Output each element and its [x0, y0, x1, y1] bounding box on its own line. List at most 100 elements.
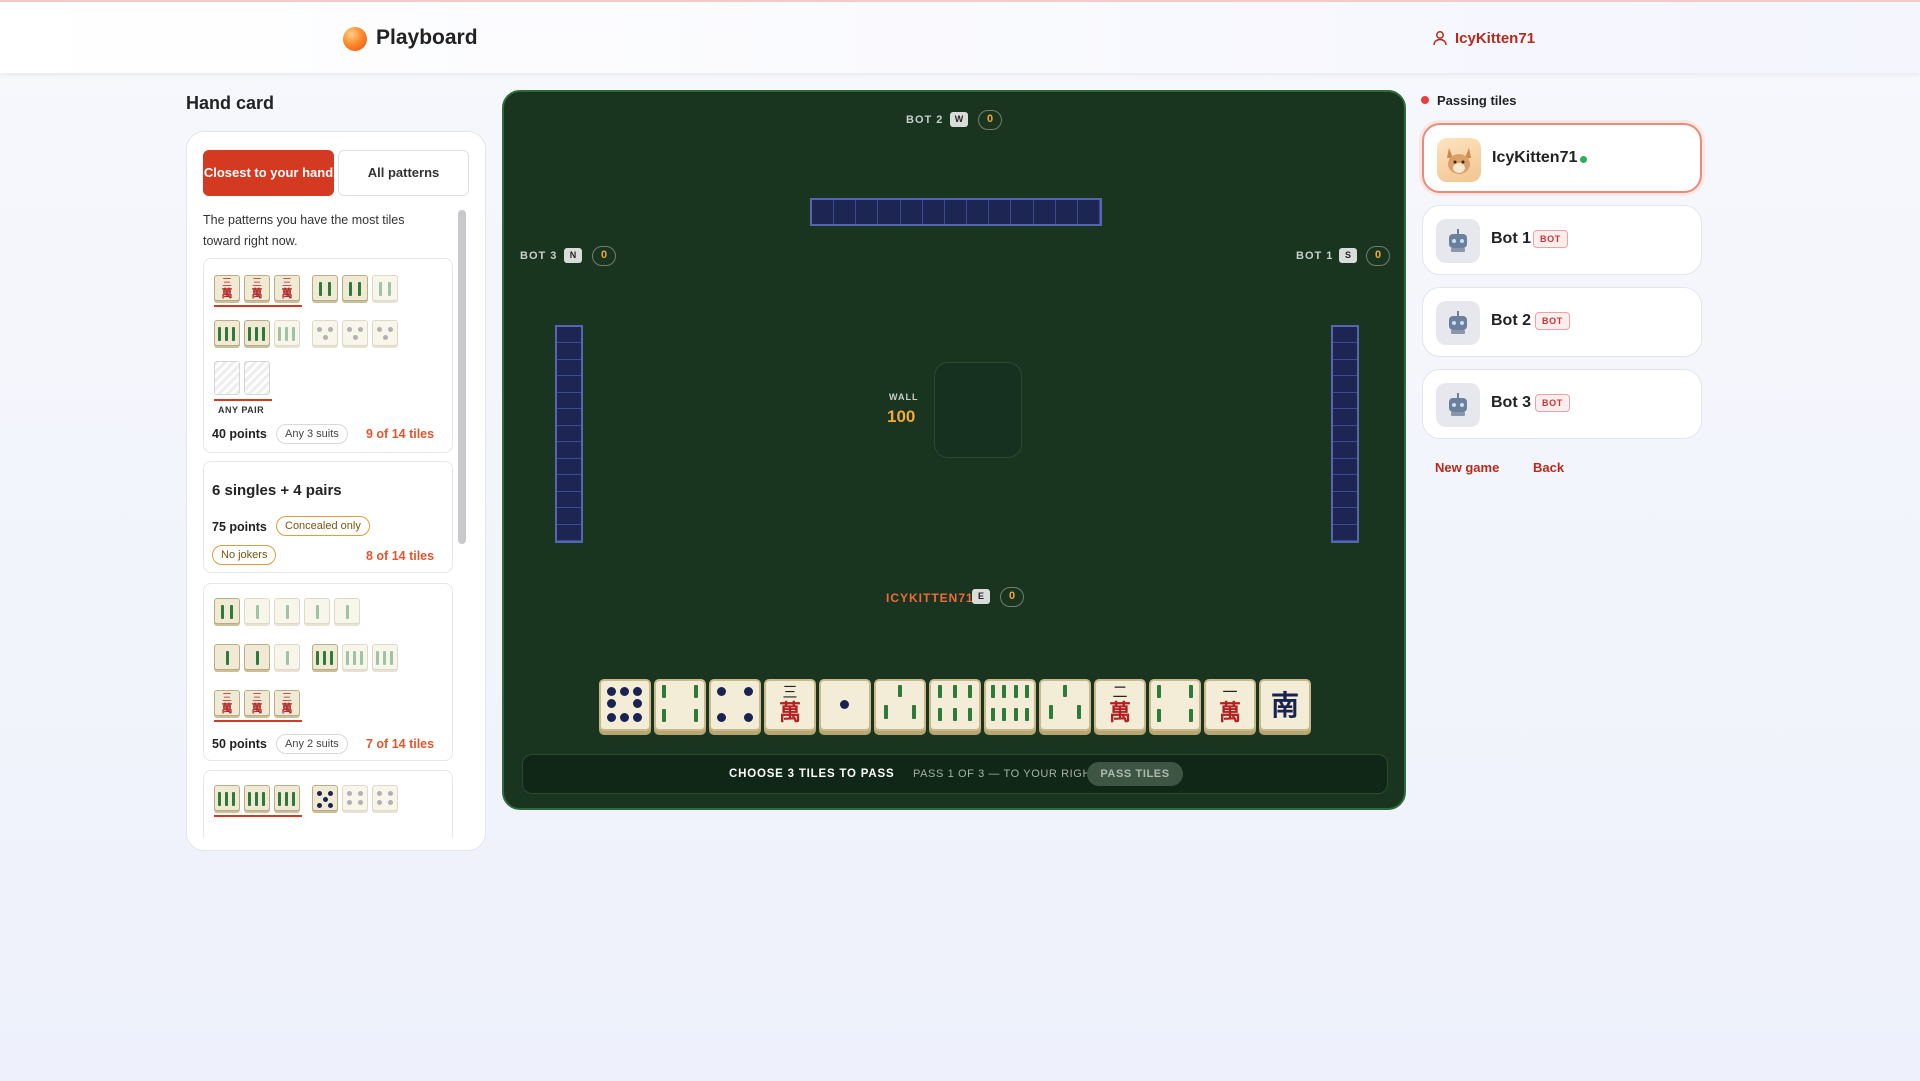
character-tile: 三萬 [274, 690, 300, 716]
hand-tile-3-bamboo[interactable] [874, 679, 926, 731]
bamboo-tile [214, 320, 240, 346]
seat-left-score: 0 [592, 246, 616, 266]
match-underline [214, 399, 272, 401]
hand-tile-south-wind[interactable]: 南 [1259, 679, 1311, 731]
seat-right-score: 0 [1366, 246, 1390, 266]
bamboo-tile [244, 644, 270, 670]
top-bar: Playboard IcyKitten71 [0, 0, 1920, 73]
bamboo-tile [214, 785, 240, 811]
hand-tile-4-bamboo[interactable] [654, 679, 706, 731]
hand-tile-1-character[interactable]: 一萬 [1204, 679, 1256, 731]
hand-tile-1-dot[interactable] [819, 679, 871, 731]
pass-progress: PASS 1 OF 3 — TO YOUR RIGHT [913, 768, 1099, 780]
pattern-tile-count: 8 of 14 tiles [366, 549, 435, 563]
new-game-link[interactable]: New game [1435, 460, 1499, 475]
hand-tile-3-bamboo[interactable] [1039, 679, 1091, 731]
player-card-bot-3[interactable]: Bot 3 BOT [1422, 369, 1702, 439]
hand-tile-2-character[interactable]: 二萬 [1094, 679, 1146, 731]
tab-all-patterns[interactable]: All patterns [338, 150, 469, 196]
bamboo-tile [244, 320, 270, 346]
status-dot-icon [1421, 96, 1429, 104]
hand-card-title: Hand card [186, 93, 275, 113]
bamboo-tile [342, 275, 368, 301]
robot-avatar-icon [1436, 301, 1480, 345]
wall-count: 100 [887, 407, 916, 426]
player-card-icykitten71[interactable]: IcyKitten71 [1422, 123, 1702, 193]
seat-bottom-name: ICYKITTEN71 [886, 591, 974, 605]
bamboo-tile [274, 644, 300, 670]
seat-left-wind: N [564, 248, 582, 263]
character-tile: 三萬 [214, 275, 240, 301]
player-name: IcyKitten71 [1492, 149, 1578, 166]
pattern-card[interactable]: 三萬 三萬 三萬 50 points Any 2 suits 7 of 14 t… [203, 583, 453, 761]
user-icon[interactable] [1432, 30, 1448, 46]
pattern-points: 40 points [212, 427, 267, 441]
bot-badge: BOT [1535, 394, 1570, 412]
pattern-tile-count: 9 of 14 tiles [366, 427, 435, 441]
bot-badge: BOT [1533, 230, 1568, 248]
any-pair-tile [214, 361, 240, 395]
hand-tile-8-bamboo[interactable] [984, 679, 1036, 731]
bamboo-tile [274, 785, 300, 811]
player-name: Bot 1 [1491, 230, 1531, 247]
bamboo-tile [214, 598, 240, 624]
bamboo-tile [372, 644, 398, 670]
fox-avatar-icon [1437, 138, 1481, 182]
bamboo-tile [274, 598, 300, 624]
character-tile: 三萬 [244, 275, 270, 301]
hand-tile-6-dots[interactable] [599, 679, 651, 731]
robot-avatar-icon [1436, 219, 1480, 263]
back-link[interactable]: Back [1533, 460, 1564, 475]
bamboo-tile [334, 598, 360, 624]
game-table: BOT 2 W 0 BOT 3 N 0 BOT 1 S 0 WALL 100 I… [502, 90, 1406, 810]
hand-card-description: The patterns you have the most tiles tow… [203, 213, 405, 248]
robot-avatar-icon [1436, 383, 1480, 427]
dot-tile [342, 320, 368, 346]
pattern-card[interactable]: 6 singles + 4 pairs 75 points Concealed … [203, 461, 453, 573]
match-underline [214, 305, 302, 307]
pattern-list[interactable]: 三萬 三萬 三萬 ANY PAIR 40 points Any 3 suits … [203, 258, 461, 838]
pattern-points: 50 points [212, 737, 267, 751]
any-pair-label: ANY PAIR [218, 405, 265, 415]
dot-tile [372, 320, 398, 346]
character-tile: 三萬 [244, 690, 270, 716]
dot-tile [342, 785, 368, 811]
seat-right-wind: S [1339, 248, 1357, 263]
bamboo-tile [342, 644, 368, 670]
match-underline [214, 720, 302, 722]
player-card-bot-2[interactable]: Bot 2 BOT [1422, 287, 1702, 357]
header-username[interactable]: IcyKitten71 [1455, 30, 1535, 47]
seat-right-name: BOT 1 [1296, 250, 1334, 262]
game-status: Passing tiles [1437, 93, 1517, 108]
hand-tile-3-character[interactable]: 三萬 [764, 679, 816, 731]
hand-tile-6-bamboo[interactable] [929, 679, 981, 731]
dot-tile [312, 320, 338, 346]
pattern-chip: Any 3 suits [276, 424, 348, 444]
brand-name[interactable]: Playboard [376, 26, 478, 50]
wall-label: WALL [889, 392, 919, 402]
match-underline [214, 815, 302, 817]
hand-tile-4-bamboo[interactable] [1149, 679, 1201, 731]
pass-tiles-button[interactable]: PASS TILES [1087, 762, 1183, 786]
dot-tile [372, 785, 398, 811]
bot-badge: BOT [1535, 312, 1570, 330]
bamboo-tile [274, 320, 300, 346]
pattern-card[interactable] [203, 770, 453, 838]
seat-top-name: BOT 2 [906, 114, 944, 126]
logo-ball-icon[interactable] [343, 27, 367, 51]
pattern-card[interactable]: 三萬 三萬 三萬 ANY PAIR 40 points Any 3 suits … [203, 258, 453, 453]
pass-instruction-bar: CHOOSE 3 TILES TO PASS PASS 1 OF 3 — TO … [522, 754, 1388, 794]
seat-top-score: 0 [978, 110, 1002, 130]
bamboo-tile [304, 598, 330, 624]
pattern-chip: Concealed only [276, 516, 370, 536]
seat-bottom-wind: E [972, 589, 990, 604]
player-name: Bot 3 [1491, 394, 1531, 411]
hand-tile-4-dots[interactable] [709, 679, 761, 731]
tab-closest[interactable]: Closest to your hand [203, 150, 334, 196]
pattern-tile-count: 7 of 14 tiles [366, 737, 435, 751]
player-card-bot-1[interactable]: Bot 1 BOT [1422, 205, 1702, 275]
bamboo-tile [214, 644, 240, 670]
hand-card-panel: Closest to your hand All patterns The pa… [186, 131, 486, 851]
any-pair-tile [244, 361, 270, 395]
pattern-points: 75 points [212, 520, 267, 534]
